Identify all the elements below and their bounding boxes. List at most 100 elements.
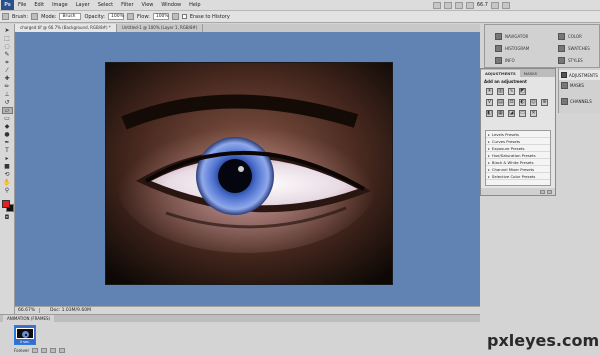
clone-stamp-tool-icon[interactable]: ⊥ — [2, 91, 13, 98]
airbrush-icon[interactable] — [171, 13, 179, 20]
path-select-tool-icon[interactable]: ▸ — [2, 155, 13, 162]
play-button[interactable] — [50, 348, 57, 353]
bridge-icon[interactable] — [432, 1, 441, 9]
menu-file[interactable]: File — [14, 2, 30, 8]
quick-select-tool-icon[interactable]: ✎ — [2, 51, 13, 58]
frame-delay[interactable]: 0 sec. — [20, 340, 30, 344]
eraser-tool-icon[interactable]: ▱ — [1, 107, 13, 114]
preset-item[interactable]: ▸ Channel Mixer Presets — [486, 166, 550, 173]
tab-masks[interactable]: MASKS — [520, 70, 541, 77]
minibridge-icon[interactable] — [443, 1, 452, 9]
color-button[interactable]: COLOR — [558, 31, 582, 41]
invert-icon[interactable]: ◧ — [486, 110, 493, 117]
adjustment-presets-list: ▸ Levels Presets ▸ Curves Presets ▸ Exposur… — [485, 130, 551, 186]
preset-item[interactable]: ▸ Black & White Presets — [486, 159, 550, 166]
menu-select[interactable]: Select — [94, 2, 117, 8]
tablet-opacity-icon[interactable] — [127, 13, 134, 20]
eraser-tool-icon[interactable] — [2, 13, 9, 20]
channels-dock-button[interactable]: CHANNELS — [561, 98, 592, 105]
arrange-documents-icon[interactable] — [491, 1, 499, 9]
pen-tool-icon[interactable]: ✒ — [2, 139, 13, 146]
loop-select[interactable]: Forever — [14, 348, 29, 353]
swatches-button[interactable]: SWATCHES — [558, 43, 590, 53]
next-frame-button[interactable] — [59, 348, 66, 353]
gradient-map-icon[interactable]: ▭ — [519, 110, 526, 117]
color-balance-icon[interactable]: ⚖ — [508, 99, 515, 106]
brush-picker-icon[interactable] — [31, 13, 39, 20]
history-brush-tool-icon[interactable]: ↺ — [2, 99, 13, 106]
preset-item[interactable]: ▸ Hue/Saturation Presets — [486, 152, 550, 159]
quick-mask-icon[interactable]: ◘ — [2, 214, 13, 221]
preset-item[interactable]: ▸ Curves Presets — [486, 138, 550, 145]
marquee-tool-icon[interactable]: ⬚ — [2, 35, 13, 42]
menu-help[interactable]: Help — [185, 2, 204, 8]
info-label: INFO — [505, 57, 515, 63]
canvas-area[interactable] — [15, 32, 480, 306]
prev-frame-button[interactable] — [41, 348, 48, 353]
exposure-icon[interactable]: ◩ — [519, 88, 526, 95]
levels-icon[interactable]: ▥ — [497, 88, 504, 95]
menu-view[interactable]: View — [138, 2, 158, 8]
channel-mixer-icon[interactable]: ⊕ — [541, 99, 548, 106]
move-tool-icon[interactable]: ➤ — [2, 27, 13, 34]
threshold-icon[interactable]: ◪ — [508, 110, 515, 117]
animation-frame-1[interactable]: 0 sec. — [14, 325, 36, 345]
curves-icon[interactable]: ∿ — [508, 88, 515, 95]
navigator-button[interactable]: NAVIGATOR — [495, 31, 528, 41]
black-white-icon[interactable]: ◐ — [519, 99, 526, 106]
info-button[interactable]: INFO — [495, 55, 515, 65]
selective-color-icon[interactable]: ✕ — [530, 110, 537, 117]
menu-layer[interactable]: Layer — [72, 2, 94, 8]
erase-history-checkbox[interactable] — [181, 14, 187, 19]
adjustments-panel: ADJUSTMENTS MASKS Add an adjustment ☀ ▥ … — [480, 68, 556, 196]
doc-tab-untitled[interactable]: Untitled-1 @ 100% (Layer 1, RGB/8#) — [117, 24, 204, 32]
screen-mode-icon[interactable] — [502, 1, 510, 9]
eyedropper-tool-icon[interactable]: ⁄ — [2, 67, 13, 74]
photo-filter-icon[interactable]: ◎ — [530, 99, 537, 106]
mode-select[interactable]: Brush — [59, 13, 82, 20]
document-size-status[interactable]: Doc: 1.03M/9.60M — [50, 308, 91, 313]
histogram-button[interactable]: HISTOGRAM — [495, 43, 529, 53]
gradient-tool-icon[interactable]: ▭ — [2, 115, 13, 122]
brightness-contrast-icon[interactable]: ☀ — [486, 88, 493, 95]
preset-item[interactable]: ▸ Exposure Presets — [486, 145, 550, 152]
flow-field[interactable]: 100% — [152, 13, 169, 20]
menu-window[interactable]: Window — [157, 2, 185, 8]
menu-image[interactable]: Image — [48, 2, 72, 8]
dodge-tool-icon[interactable]: ● — [2, 131, 13, 138]
crop-tool-icon[interactable]: ⌗ — [2, 59, 13, 66]
adjustments-dock-button[interactable]: ADJUSTMENTS — [559, 70, 600, 80]
foreground-color-swatch[interactable] — [1, 200, 10, 208]
preset-item[interactable]: ▸ Selective Color Presets — [486, 173, 550, 180]
hue-saturation-icon[interactable]: ▤ — [497, 99, 504, 106]
eye-photo[interactable] — [106, 63, 392, 284]
preset-item[interactable]: ▸ Levels Presets — [486, 131, 550, 138]
hand-tool-icon[interactable]: ✋ — [2, 179, 13, 186]
tab-adjustments[interactable]: ADJUSTMENTS — [481, 70, 520, 77]
expand-view-button[interactable] — [547, 189, 552, 194]
menu-filter[interactable]: Filter — [117, 2, 137, 8]
vibrance-icon[interactable]: V — [486, 99, 493, 106]
zoom-level[interactable]: 66.7 — [477, 2, 488, 8]
clip-layer-button[interactable] — [540, 189, 545, 194]
hand-icon[interactable] — [454, 1, 463, 9]
healing-tool-icon[interactable]: ✚ — [2, 75, 13, 82]
brush-tool-icon[interactable]: ✏ — [2, 83, 13, 90]
zoom-status[interactable]: 66.67% — [18, 308, 40, 313]
blur-tool-icon[interactable]: ◆ — [2, 123, 13, 130]
shape-tool-icon[interactable]: ■ — [2, 163, 13, 170]
zoom-icon[interactable] — [465, 1, 474, 9]
first-frame-button[interactable] — [32, 348, 39, 353]
doc-tab-charged[interactable]: charged.tif @ 66.7% (Background, RGB/8#)… — [15, 24, 117, 32]
masks-dock-button[interactable]: MASKS — [561, 82, 584, 89]
menu-edit[interactable]: Edit — [30, 2, 48, 8]
3d-rotate-tool-icon[interactable]: ⟲ — [2, 171, 13, 178]
styles-button[interactable]: STYLES — [558, 55, 583, 65]
animation-tab[interactable]: ANIMATION (FRAMES) — [3, 315, 55, 322]
opacity-field[interactable]: 100% — [108, 13, 124, 20]
type-tool-icon[interactable]: T — [2, 147, 13, 154]
flow-label: Flow: — [137, 13, 150, 20]
posterize-icon[interactable]: ▦ — [497, 110, 504, 117]
zoom-tool-icon[interactable]: ⚲ — [2, 187, 13, 194]
lasso-tool-icon[interactable]: ◌ — [2, 43, 13, 50]
